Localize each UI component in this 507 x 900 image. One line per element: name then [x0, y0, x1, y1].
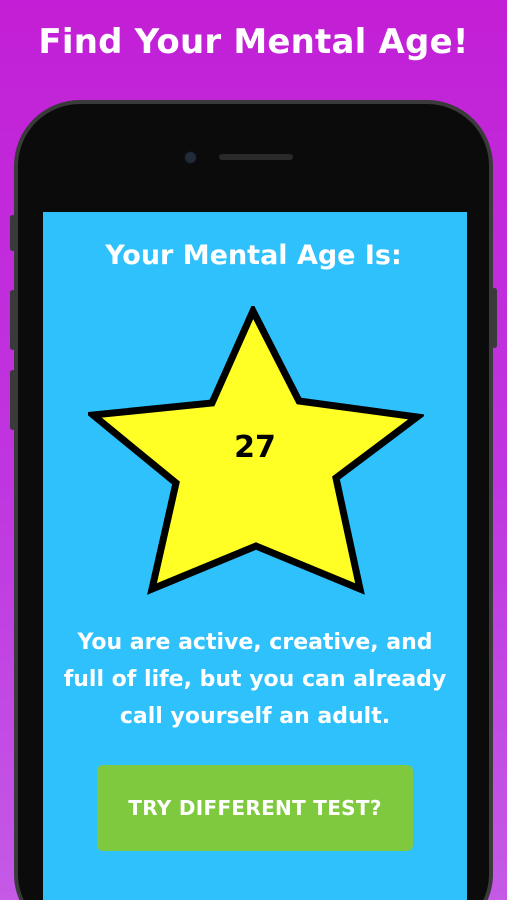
result-description: You are active, creative, and full of li…: [63, 630, 447, 729]
phone-power-button: [492, 288, 497, 348]
earpiece-speaker: [219, 154, 293, 160]
promo-headline: Find Your Mental Age!: [38, 22, 469, 62]
try-different-test-button[interactable]: TRY DIFFERENT TEST?: [97, 765, 413, 851]
phone-volume-down: [10, 370, 15, 430]
result-title: Your Mental Age Is:: [105, 240, 402, 271]
phone-volume-up: [10, 290, 15, 350]
front-camera: [184, 151, 197, 164]
mental-age-value: 27: [234, 430, 276, 465]
